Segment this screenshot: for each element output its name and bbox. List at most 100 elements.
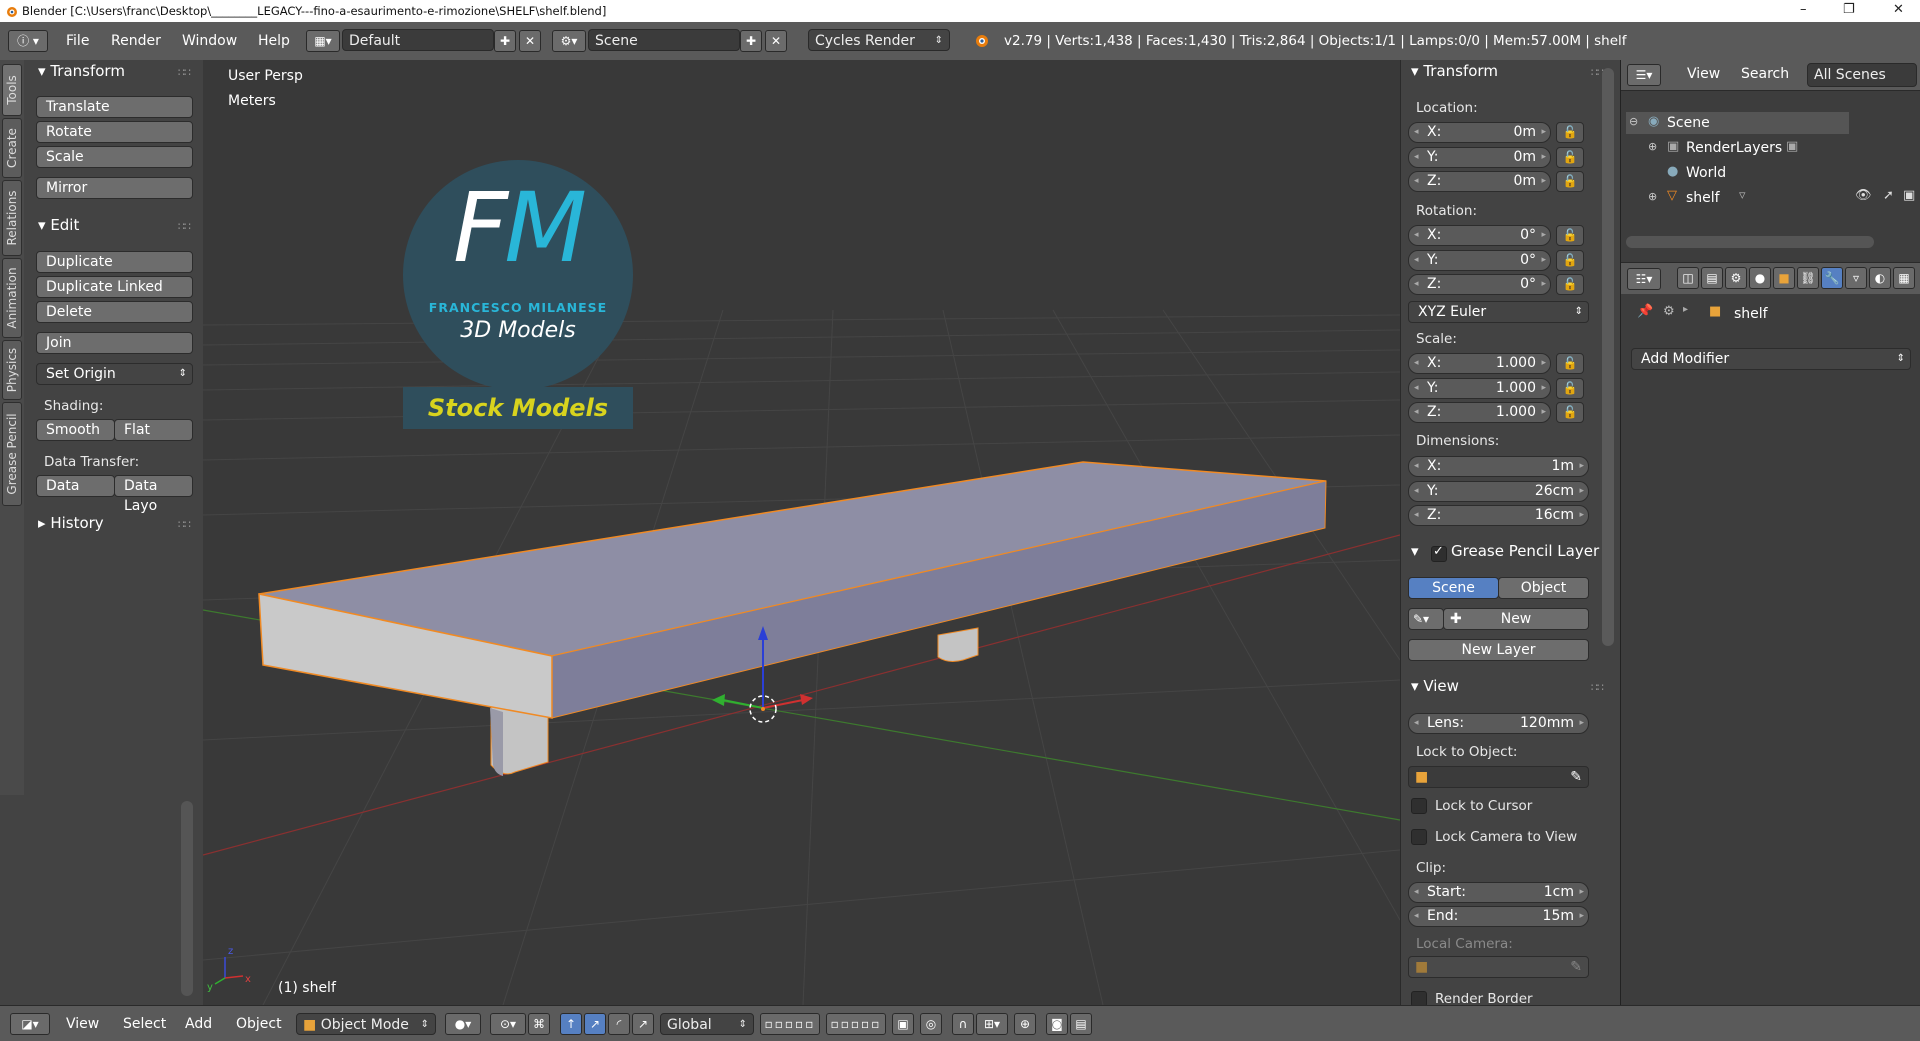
duplicate-linked-button[interactable]: Duplicate Linked bbox=[36, 276, 193, 298]
rotation-z-field[interactable]: ◂ Z: 0° ▸ bbox=[1408, 274, 1551, 295]
menu-file[interactable]: File bbox=[66, 33, 89, 49]
lens-field[interactable]: ◂ Lens: 120mm ▸ bbox=[1408, 713, 1589, 734]
drag-grip-icon[interactable]: ∷∷ bbox=[178, 518, 191, 531]
interaction-mode-dropdown[interactable]: ■ Object Mode ⇕ bbox=[296, 1013, 436, 1035]
manipulator-toggle-icon[interactable]: ⌘ bbox=[528, 1013, 550, 1035]
rotation-x-lock-icon[interactable]: 🔓 bbox=[1556, 225, 1584, 246]
tab-grease-pencil[interactable]: Grease Pencil bbox=[2, 402, 22, 506]
scene-field[interactable]: Scene bbox=[588, 29, 740, 51]
delete-button[interactable]: Delete bbox=[36, 301, 193, 323]
lock-layers-icon[interactable]: ▣ bbox=[892, 1013, 914, 1035]
tab-physics[interactable]: Physics bbox=[2, 340, 22, 400]
render-tab-icon[interactable]: ◫ bbox=[1677, 267, 1699, 289]
scrollbar[interactable] bbox=[1602, 68, 1614, 646]
material-tab-icon[interactable]: ◐ bbox=[1869, 267, 1891, 289]
scale-z-field[interactable]: ◂ Z: 1.000 ▸ bbox=[1408, 402, 1551, 423]
decrement-arrow-icon[interactable]: ◂ bbox=[1414, 354, 1419, 373]
duplicate-button[interactable]: Duplicate bbox=[36, 251, 193, 273]
expand-icon[interactable]: ⊕ bbox=[1648, 140, 1657, 153]
decrement-arrow-icon[interactable]: ◂ bbox=[1414, 172, 1419, 191]
flat-button[interactable]: Flat bbox=[114, 419, 193, 441]
location-y-lock-icon[interactable]: 🔓 bbox=[1556, 146, 1584, 168]
footer-menu-select[interactable]: Select bbox=[123, 1016, 166, 1032]
decrement-arrow-icon[interactable]: ◂ bbox=[1414, 482, 1419, 501]
tab-create[interactable]: Create bbox=[2, 118, 22, 178]
increment-arrow-icon[interactable]: ▸ bbox=[1541, 354, 1546, 373]
snap-magnet-icon[interactable]: ∩ bbox=[952, 1013, 974, 1035]
grease-pencil-panel-header[interactable]: ▾ bbox=[1411, 542, 1419, 560]
render-engine-dropdown[interactable]: Cycles Render ⇕ bbox=[808, 29, 950, 51]
clip-end-field[interactable]: ◂ End: 15m ▸ bbox=[1408, 906, 1589, 927]
decrement-arrow-icon[interactable]: ◂ bbox=[1414, 714, 1419, 733]
n-transform-panel-header[interactable]: ▾ Transform bbox=[1411, 62, 1498, 80]
increment-arrow-icon[interactable]: ▸ bbox=[1541, 172, 1546, 191]
collapse-icon[interactable]: ⊖ bbox=[1629, 115, 1638, 128]
lock-object-field[interactable]: ■ ✎ bbox=[1408, 766, 1589, 788]
editor-type-3d-icon[interactable]: ◪▾ bbox=[10, 1013, 50, 1035]
scene-tab-icon[interactable]: ⚙ bbox=[1725, 267, 1747, 289]
object-tab-icon[interactable]: ■ bbox=[1773, 267, 1795, 289]
horizontal-scrollbar[interactable] bbox=[1626, 236, 1874, 248]
visibility-eye-icon[interactable]: 👁 bbox=[1855, 188, 1872, 203]
location-z-field[interactable]: ◂ Z: 0m ▸ bbox=[1408, 171, 1551, 192]
local-camera-field[interactable]: ■ ✎ bbox=[1408, 956, 1589, 978]
grease-object-toggle[interactable]: Object bbox=[1498, 577, 1589, 599]
proportional-edit-icon[interactable]: ◎ bbox=[920, 1013, 942, 1035]
data-layout-button[interactable]: Data Layo bbox=[114, 475, 193, 514]
y-manipulator-arrow-icon[interactable] bbox=[712, 694, 725, 706]
decrement-arrow-icon[interactable]: ◂ bbox=[1414, 457, 1419, 476]
increment-arrow-icon[interactable]: ▸ bbox=[1579, 714, 1584, 733]
scrollbar[interactable] bbox=[181, 801, 193, 996]
pencil-icon[interactable]: ✎▾ bbox=[1408, 608, 1444, 630]
decrement-arrow-icon[interactable]: ◂ bbox=[1414, 251, 1419, 270]
decrement-arrow-icon[interactable]: ◂ bbox=[1414, 148, 1419, 167]
decrement-arrow-icon[interactable]: ◂ bbox=[1414, 907, 1419, 926]
outliner-editor-type-icon[interactable]: ☰▾ bbox=[1627, 64, 1661, 86]
outliner-view-menu[interactable]: View bbox=[1687, 66, 1720, 82]
decrement-arrow-icon[interactable]: ◂ bbox=[1414, 275, 1419, 294]
menu-render[interactable]: Render bbox=[111, 33, 161, 49]
lock-to-cursor-checkbox[interactable] bbox=[1411, 798, 1427, 814]
decrement-arrow-icon[interactable]: ◂ bbox=[1414, 123, 1419, 142]
grease-scene-toggle[interactable]: Scene bbox=[1408, 577, 1499, 599]
tab-tools[interactable]: Tools bbox=[2, 64, 22, 116]
scene-icon[interactable]: ⚙▾ bbox=[552, 30, 586, 52]
drag-grip-icon[interactable]: ∷∷ bbox=[1591, 681, 1604, 694]
set-origin-dropdown[interactable]: Set Origin ⇕ bbox=[36, 363, 193, 385]
shelf-leg-right[interactable] bbox=[937, 627, 979, 662]
expand-icon[interactable]: ⊕ bbox=[1648, 190, 1657, 203]
rotation-y-lock-icon[interactable]: 🔓 bbox=[1556, 249, 1584, 271]
render-layer-toggle-icon[interactable]: ▣ bbox=[1786, 139, 1798, 154]
rotation-z-lock-icon[interactable]: 🔓 bbox=[1556, 274, 1584, 295]
scale-y-field[interactable]: ◂ Y: 1.000 ▸ bbox=[1408, 377, 1551, 399]
eyedropper-icon[interactable]: ✎ bbox=[1570, 767, 1582, 787]
smooth-button[interactable]: Smooth bbox=[36, 419, 115, 441]
layer-buttons-group-1[interactable]: ▫▫▫▫▫ bbox=[760, 1013, 820, 1035]
screen-layout-field[interactable]: Default bbox=[342, 29, 494, 51]
history-panel-header[interactable]: ▸ History bbox=[38, 514, 104, 532]
x-manipulator-arrow-icon[interactable] bbox=[800, 694, 813, 705]
increment-arrow-icon[interactable]: ▸ bbox=[1579, 907, 1584, 926]
layer-buttons-group-2[interactable]: ▫▫▫▫▫ bbox=[826, 1013, 886, 1035]
eyedropper-icon[interactable]: ✎ bbox=[1570, 957, 1582, 977]
decrement-arrow-icon[interactable]: ◂ bbox=[1414, 883, 1419, 902]
scale-manipulator-icon[interactable]: ↗ bbox=[632, 1013, 654, 1035]
location-y-field[interactable]: ◂ Y: 0m ▸ bbox=[1408, 146, 1551, 168]
editor-type-info-icon[interactable]: ⓘ ▾ bbox=[8, 30, 48, 52]
increment-arrow-icon[interactable]: ▸ bbox=[1579, 457, 1584, 476]
new-layer-button[interactable]: New Layer bbox=[1408, 639, 1589, 661]
translate-button[interactable]: Translate bbox=[36, 96, 193, 118]
scale-x-lock-icon[interactable]: 🔓 bbox=[1556, 353, 1584, 374]
selectable-cursor-icon[interactable]: ➚ bbox=[1883, 188, 1894, 203]
add-scene-icon[interactable]: ✚ bbox=[740, 30, 762, 52]
increment-arrow-icon[interactable]: ▸ bbox=[1541, 148, 1546, 167]
decrement-arrow-icon[interactable]: ◂ bbox=[1414, 379, 1419, 398]
location-x-field[interactable]: ◂ X: 0m ▸ bbox=[1408, 122, 1551, 143]
location-x-lock-icon[interactable]: 🔓 bbox=[1556, 122, 1584, 143]
outliner-search-menu[interactable]: Search bbox=[1741, 66, 1789, 82]
render-opengl-image-icon[interactable]: ◙ bbox=[1046, 1013, 1068, 1035]
world-tab-icon[interactable]: ● bbox=[1749, 267, 1771, 289]
mirror-button[interactable]: Mirror bbox=[36, 177, 193, 199]
rotate-manipulator-icon[interactable]: ↗ bbox=[584, 1013, 606, 1035]
viewport-shading-icon[interactable]: ●▾ bbox=[445, 1013, 481, 1035]
